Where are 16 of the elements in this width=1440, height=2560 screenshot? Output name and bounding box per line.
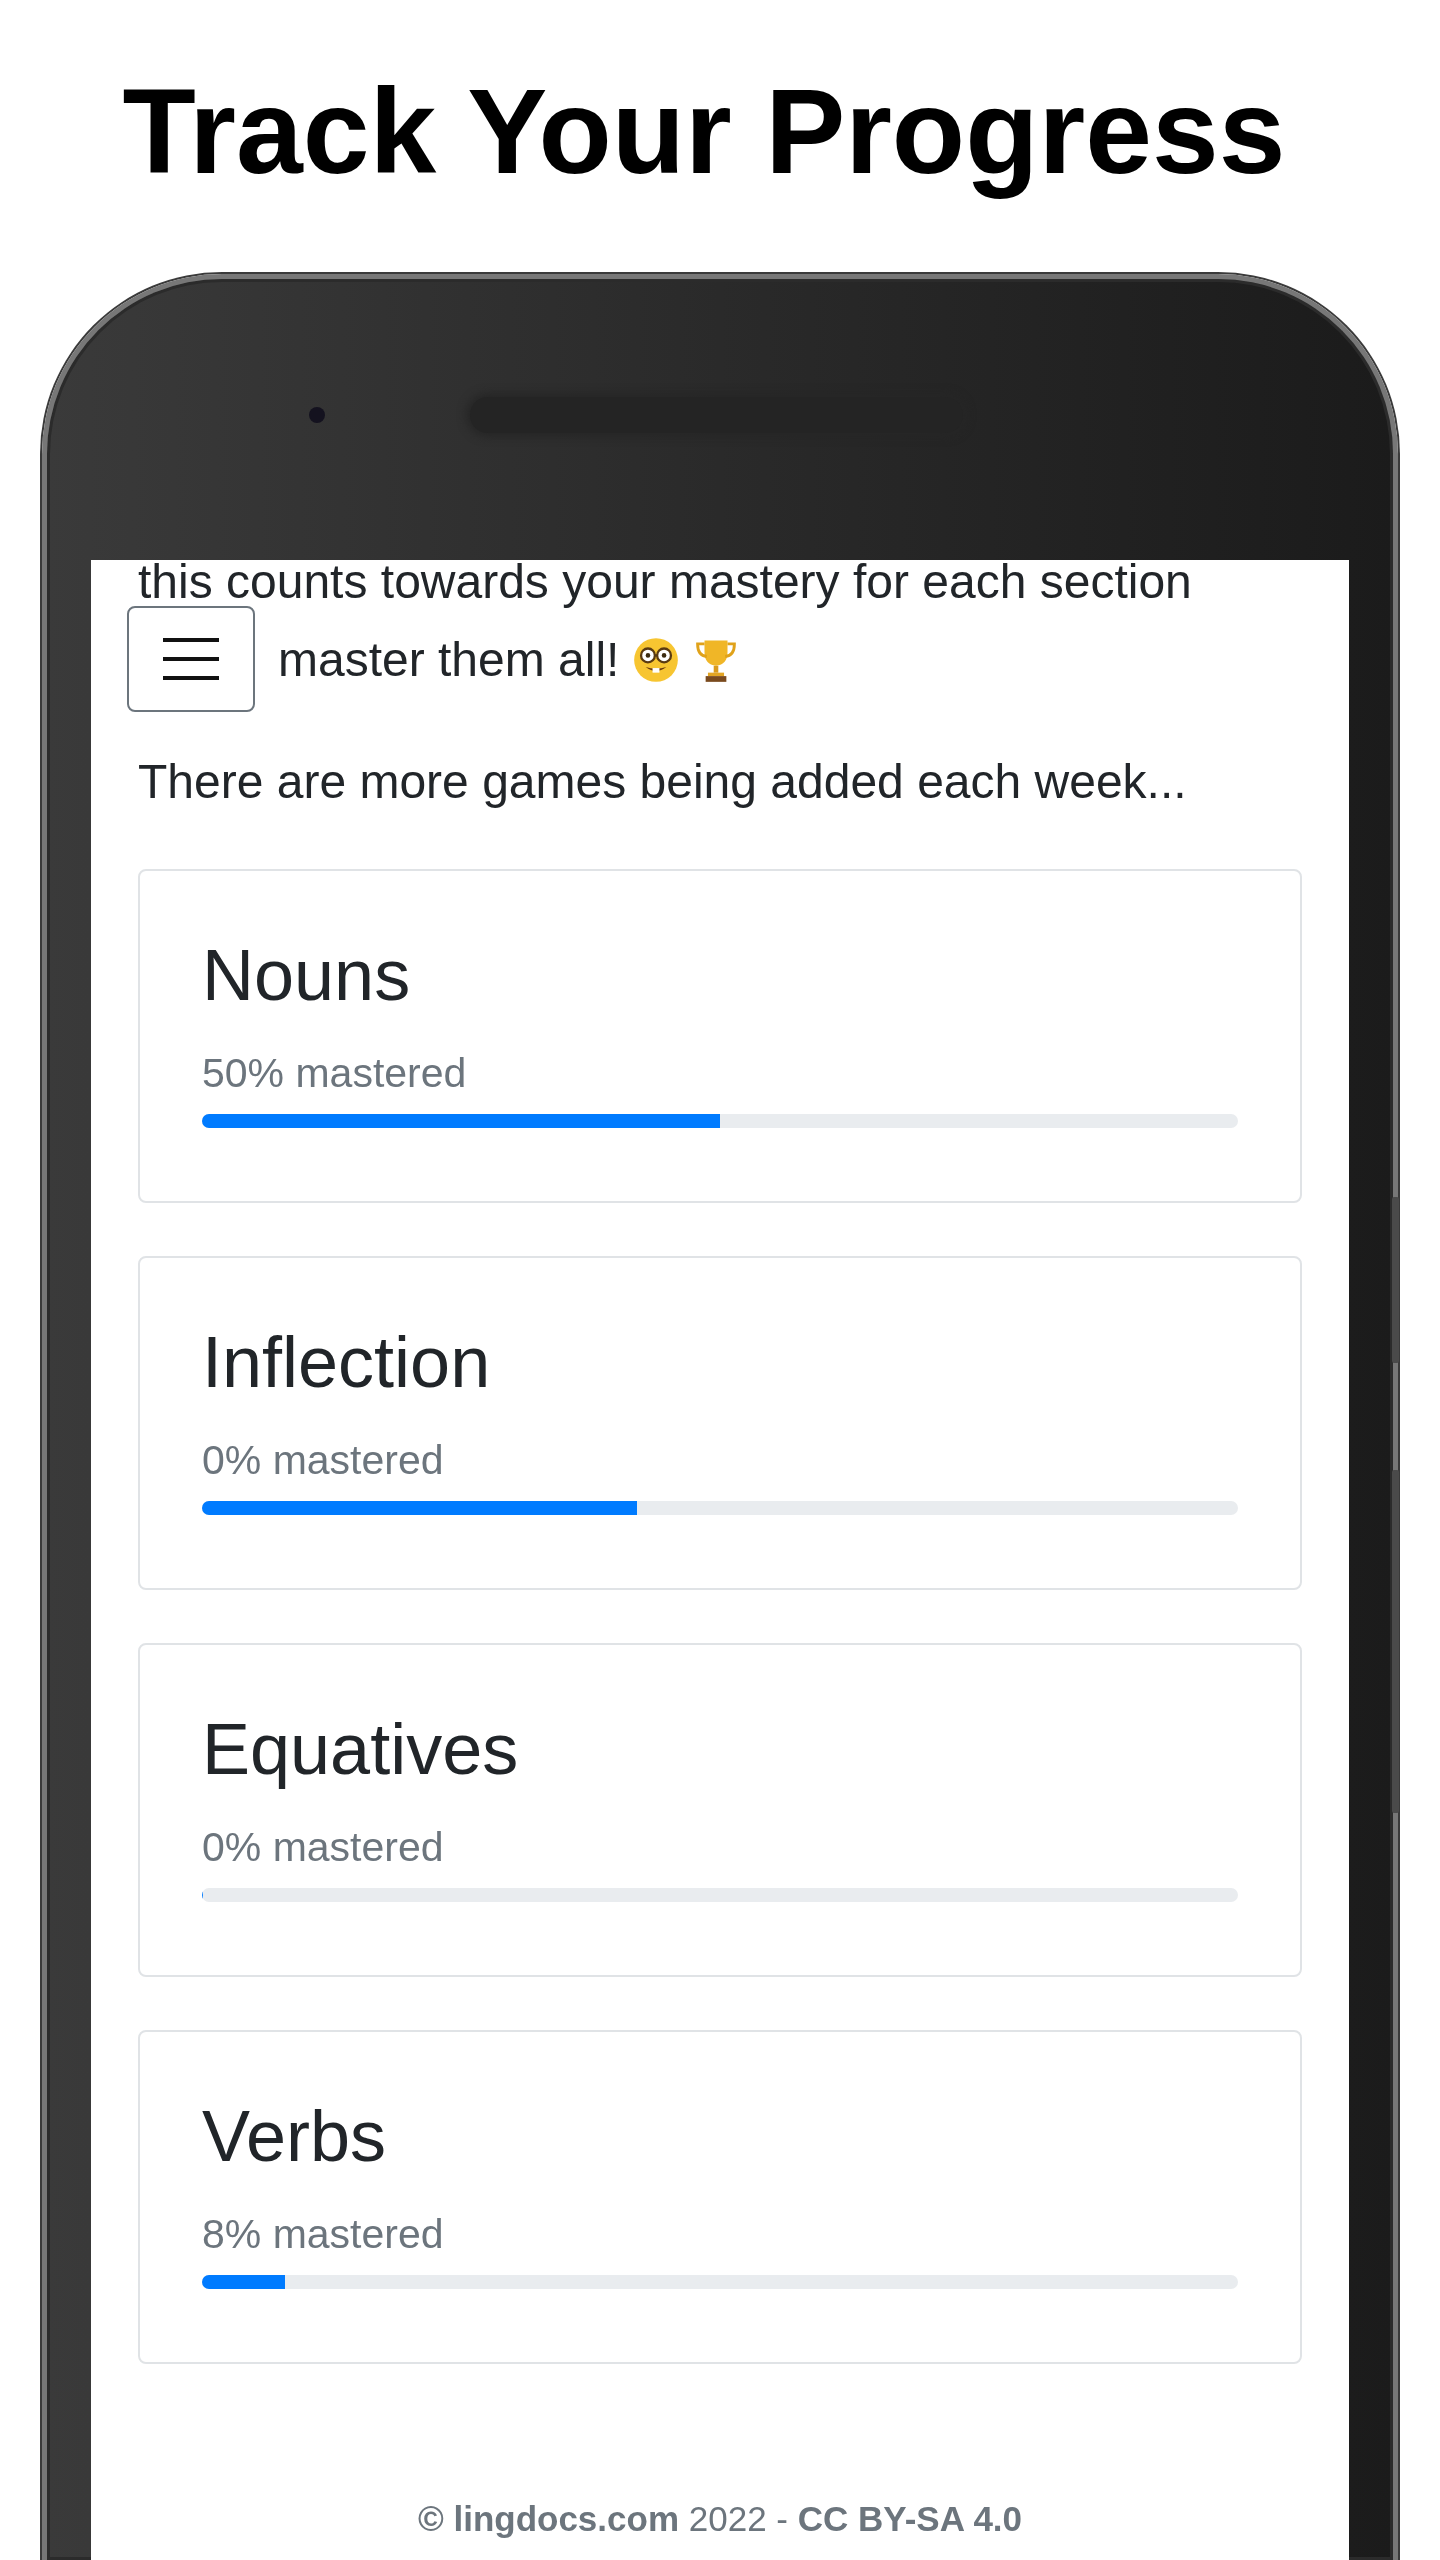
menu-icon [163, 638, 219, 680]
section-title: Nouns [202, 934, 412, 1017]
nerd-face-icon [633, 637, 680, 683]
section-title: Verbs [202, 2095, 388, 2178]
mastery-text: 0% mastered [202, 1436, 445, 1485]
page-title: Track Your Progress [121, 63, 1287, 197]
note-text: There are more games being added each week... [138, 754, 1188, 810]
intro-text: master them all! [278, 632, 620, 688]
section-title: Inflection [202, 1321, 492, 1404]
mastery-text: 8% mastered [202, 2210, 445, 2259]
footer-text: © lingdocs.com 2022 - CC BY-SA 4.0 [416, 2499, 1024, 2539]
section-title: Equatives [202, 1708, 520, 1791]
mastery-text: 50% mastered [202, 1049, 468, 1098]
front-camera-icon [309, 406, 325, 423]
menu-button[interactable] [127, 606, 255, 712]
mastery-text: 0% mastered [202, 1823, 445, 1872]
